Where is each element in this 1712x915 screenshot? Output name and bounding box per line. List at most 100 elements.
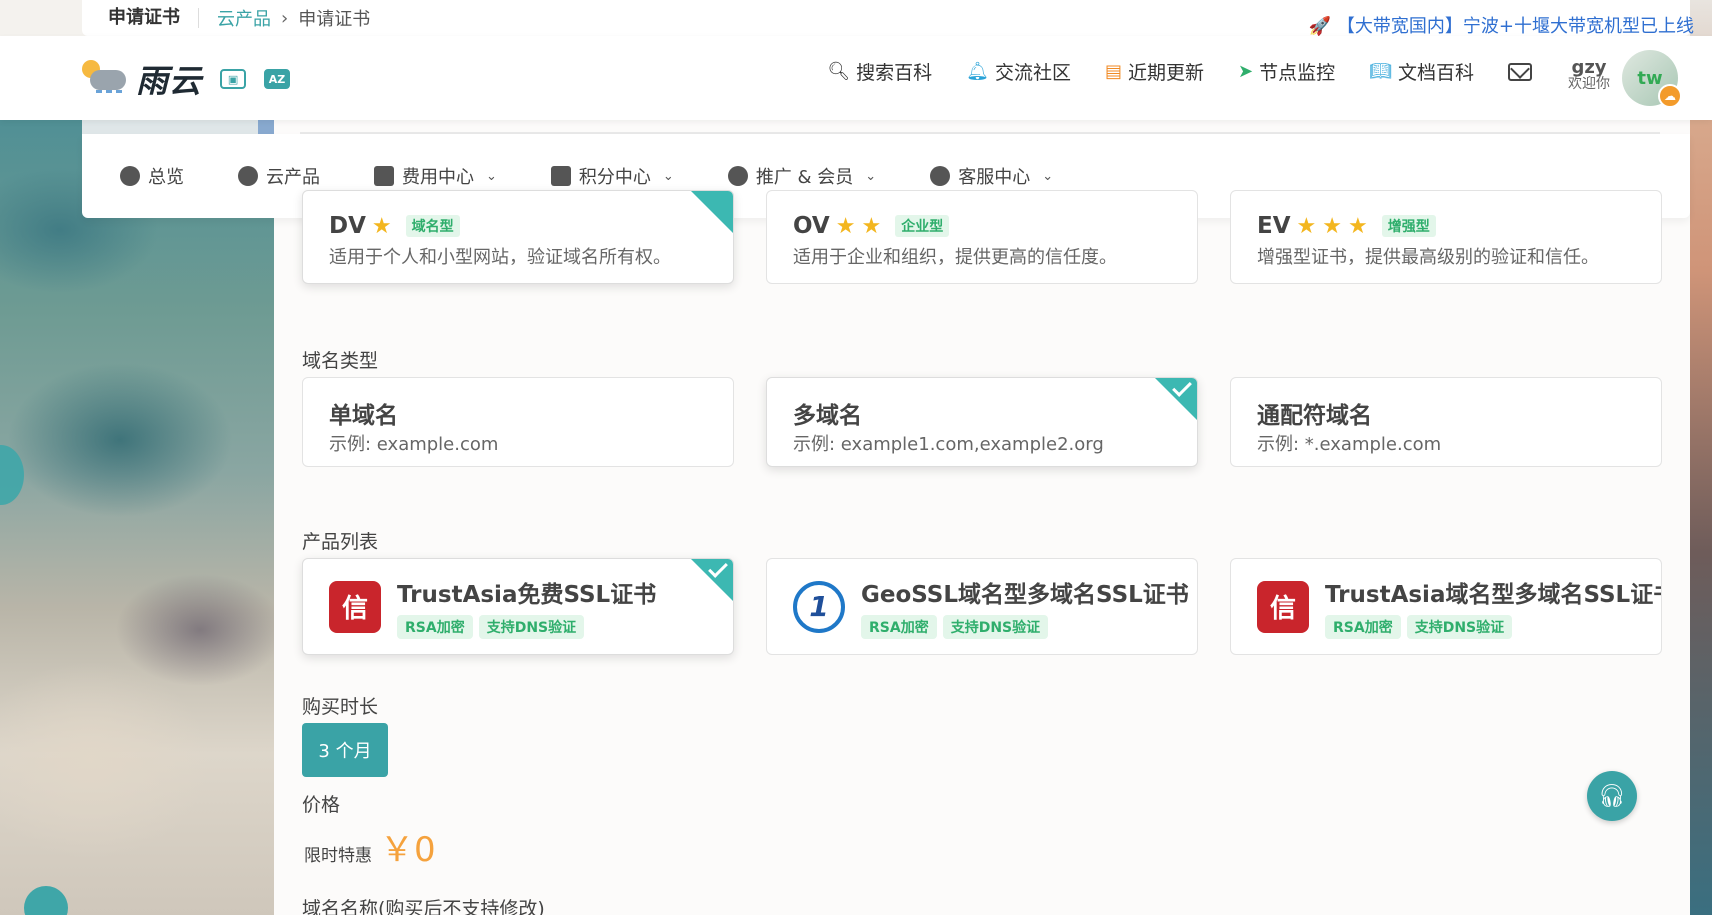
card-tag: 企业型 [895,215,950,237]
option-title: 单域名 [329,403,398,429]
announcement-text: 【大带宽国内】宁波+十堰大带宽机型已上线 [1336,16,1694,37]
background-artwork-right [1690,110,1712,915]
sidebar-partial [82,120,258,134]
section-label-duration: 购买时长 [302,696,379,718]
mail-icon[interactable] [1508,62,1532,81]
nav-node-monitor[interactable]: ➤ 节点监控 [1238,58,1335,85]
chevron-down-icon: ⌄ [865,168,877,184]
image-icon[interactable]: ▣ [220,69,247,89]
card-code: OV [793,213,830,239]
geossl-logo-icon: 1 [793,580,845,633]
search-icon: 🔍︎ [827,61,851,82]
menu-item-support[interactable]: 客服中心 ⌄ [930,163,1053,189]
selected-corner [691,191,733,233]
logo-text: 雨云 [136,62,203,100]
translate-icon[interactable]: AZ [264,69,291,89]
menu-label: 费用中心 [402,167,474,188]
chevron-down-icon: ⌄ [486,168,497,184]
card-code: EV [1257,213,1291,239]
avatar[interactable]: tw ☁ [1622,50,1682,108]
duration-option-3-months[interactable]: 3 个月 [302,723,388,777]
card-desc: 适用于个人和小型网站，验证域名所有权。 [329,247,671,268]
headset-icon[interactable]: 🎧︎ [1587,771,1637,821]
nav-label: 搜索百科 [856,62,933,84]
user-welcome: 欢迎你 [1568,76,1610,92]
cloud-badge-icon: ☁ [1658,84,1682,108]
option-title: 通配符域名 [1257,403,1372,429]
product-tag: 支持DNS验证 [1406,614,1513,639]
product-tag: 支持DNS验证 [942,614,1049,639]
validation-card-ov[interactable]: OV ★ ★ 企业型 适用于企业和组织，提供更高的信任度。 [766,190,1198,284]
option-desc: 示例: example.com [329,434,499,455]
gift-icon [550,166,571,186]
product-card-trustasia-multi[interactable]: 信 TrustAsia域名型多域名SSL证书 RSA加密 支持DNS验证 [1230,558,1662,655]
section-label-domain-name: 域名名称(购买后不支持修改) [302,898,545,915]
site-logo[interactable]: 雨云 ▣ AZ [80,56,291,102]
breadcrumb-separator: › [281,7,289,29]
rocket-icon: 🚀 [1308,16,1331,37]
menu-item-points[interactable]: 积分中心 ⌄ [550,163,674,189]
star-icon: ★ [835,213,856,239]
nav-updates[interactable]: ▤ 近期更新 [1105,58,1204,85]
product-tag: RSA加密 [397,614,473,639]
bell-icon: 🔔︎ [966,61,989,82]
star-icon: ★ [371,213,392,239]
validation-card-dv[interactable]: DV ★ 域名型 适用于个人和小型网站，验证域名所有权。 [302,190,734,284]
book-icon: 📖︎ [1369,61,1392,82]
product-name: TrustAsia域名型多域名SSL证书 [1325,581,1662,608]
nav-label: 交流社区 [994,62,1071,84]
background-artwork [0,110,274,915]
section-label-product-list: 产品列表 [302,531,379,553]
menu-item-promotion[interactable]: 推广 & 会员 ⌄ [727,163,877,189]
users-icon [727,166,748,186]
nav-community[interactable]: 🔔︎ 交流社区 [966,58,1071,85]
menu-label: 推广 & 会员 [755,167,854,188]
menu-item-overview[interactable]: 总览 [120,163,184,189]
card-code: DV [329,213,366,239]
news-icon: ▤ [1104,61,1122,82]
nav-label: 节点监控 [1259,62,1336,84]
star-icon: ★ [861,213,882,239]
page-title: 申请证书 [108,8,199,28]
trustasia-logo-icon: 信 [329,580,381,633]
product-card-trustasia-free[interactable]: 信 TrustAsia免费SSL证书 RSA加密 支持DNS验证 [302,558,734,655]
dashboard-icon [120,166,140,186]
paper-plane-icon: ➤ [1238,61,1254,82]
trustasia-logo-icon: 信 [1257,580,1309,633]
product-name: TrustAsia免费SSL证书 [397,581,657,608]
card-desc: 增强型证书，提供最高级别的验证和信任。 [1257,247,1599,268]
product-card-geossl[interactable]: 1 GeoSSL域名型多域名SSL证书 RSA加密 支持DNS验证 [766,558,1198,655]
breadcrumb-link-cloud-products[interactable]: 云产品 [217,5,271,31]
domain-option-single[interactable]: 单域名 示例: example.com [302,377,734,467]
money-icon [374,166,394,186]
validation-card-ev[interactable]: EV ★ ★ ★ 增强型 增强型证书，提供最高级别的验证和信任。 [1230,190,1662,284]
weather-logo-icon [80,58,130,100]
nav-search-wiki[interactable]: 🔍︎ 搜索百科 [827,58,932,85]
menu-label: 云产品 [266,167,320,188]
nav-label: 文档百科 [1397,62,1474,84]
price-value: ￥0 [380,830,436,870]
card-tag: 增强型 [1381,215,1436,237]
breadcrumb-current: 申请证书 [298,9,371,30]
option-title: 多域名 [793,403,862,429]
nav-docs[interactable]: 📖︎ 文档百科 [1369,58,1474,85]
menu-label: 总览 [148,167,184,188]
star-icon: ★ [1322,213,1342,239]
top-header: 雨云 ▣ AZ 🔍︎ 搜索百科 🔔︎ 交流社区 ▤ 近期更新 ➤ 节点监控 📖︎… [0,36,1712,120]
chevron-down-icon: ⌄ [662,168,674,184]
product-tag: 支持DNS验证 [478,614,585,639]
domain-option-multi[interactable]: 多域名 示例: example1.com,example2.org [766,377,1198,467]
headset-icon [930,166,951,186]
promo-label: 限时特惠 [304,846,372,866]
user-info[interactable]: gzy 欢迎你 [1568,57,1610,93]
option-desc: 示例: *.example.com [1257,434,1442,455]
menu-item-cloud-products[interactable]: 云产品 [238,163,320,189]
card-tag: 域名型 [405,215,460,237]
domain-option-wildcard[interactable]: 通配符域名 示例: *.example.com [1230,377,1662,467]
card-desc: 适用于企业和组织，提供更高的信任度。 [793,247,1117,268]
top-nav: 🔍︎ 搜索百科 🔔︎ 交流社区 ▤ 近期更新 ➤ 节点监控 📖︎ 文档百科 [827,58,1532,85]
cubes-icon [238,166,258,186]
user-name: gzy [1571,57,1607,78]
menu-item-billing[interactable]: 费用中心 ⌄ [374,163,497,189]
announcement-link[interactable]: 🚀 【大带宽国内】宁波+十堰大带宽机型已上线 [1308,12,1694,38]
